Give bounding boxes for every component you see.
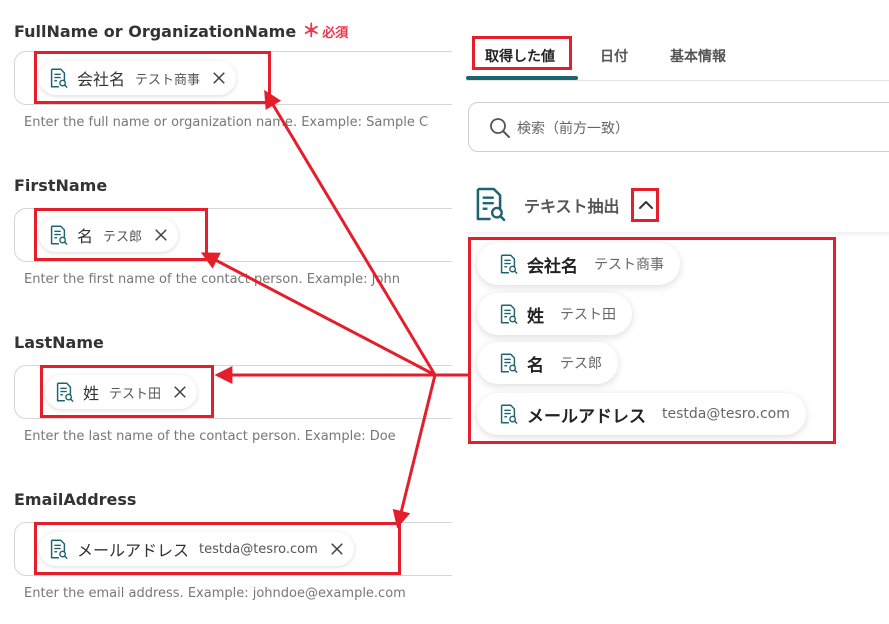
text-extract-icon <box>47 224 69 246</box>
chip-value: テスト田 <box>109 386 162 402</box>
lastname-input[interactable]: 姓 テスト田 <box>14 365 454 419</box>
field-label-text: FullName or OrganizationName <box>14 22 297 41</box>
tab-divider <box>466 80 889 81</box>
chip-value: テス郎 <box>103 229 143 245</box>
close-icon[interactable] <box>212 71 226 85</box>
item-value: テス郎 <box>560 356 602 372</box>
chip-name: 姓 <box>83 384 100 403</box>
fullname-input[interactable]: 会社名 テスト商事 <box>14 51 454 105</box>
chip-name: 会社名 <box>77 70 126 89</box>
field-help: Enter the full name or organization name… <box>24 115 429 130</box>
field-label-firstname: FirstName <box>14 176 108 195</box>
text-extract-icon <box>497 352 519 374</box>
required-text: 必須 <box>322 26 349 41</box>
field-help: Enter the email address. Example: johndo… <box>24 586 406 601</box>
chip-value: testda@tesro.com <box>199 541 318 557</box>
item-value: テスト田 <box>560 307 616 323</box>
tab-acquired-values[interactable]: 取得した値 <box>485 46 555 66</box>
field-label-fullname: FullName or OrganizationName ＊必須 <box>14 17 348 43</box>
email-input[interactable]: メールアドレス testda@tesro.com <box>14 522 514 576</box>
required-mark: ＊ <box>302 21 321 42</box>
item-value: テスト商事 <box>594 257 664 273</box>
chip-name: 名 <box>77 227 94 246</box>
text-extract-icon <box>497 253 519 275</box>
value-chip[interactable]: 姓 テスト田 <box>45 375 198 409</box>
field-label-lastname: LastName <box>14 333 104 352</box>
picker-item-email[interactable]: メールアドレス testda@tesro.com <box>477 393 806 435</box>
text-extract-icon <box>47 67 69 89</box>
search-icon <box>490 118 510 138</box>
search-input[interactable]: 検索（前方一致） <box>468 102 889 152</box>
close-icon[interactable] <box>330 542 344 556</box>
item-value: testda@tesro.com <box>662 406 790 422</box>
field-help: Enter the last name of the contact perso… <box>24 429 396 444</box>
value-chip[interactable]: 会社名 テスト商事 <box>39 61 237 95</box>
item-name: 姓 <box>527 306 544 327</box>
field-label-email: EmailAddress <box>14 490 137 509</box>
chip-name: メールアドレス <box>77 541 190 560</box>
tab-basic-info[interactable]: 基本情報 <box>670 46 726 66</box>
text-extract-icon <box>497 303 519 325</box>
picker-item-lastname[interactable]: 姓 テスト田 <box>477 293 632 335</box>
tab-date[interactable]: 日付 <box>600 46 628 66</box>
chevron-up-icon[interactable] <box>636 193 656 217</box>
search-placeholder: 検索（前方一致） <box>517 121 629 137</box>
close-icon[interactable] <box>173 385 187 399</box>
field-help: Enter the first name of the contact pers… <box>24 272 400 287</box>
item-name: 会社名 <box>527 256 578 277</box>
chip-value: テスト商事 <box>135 72 201 88</box>
section-title: テキスト抽出 <box>524 197 620 216</box>
firstname-input[interactable]: 名 テス郎 <box>14 208 454 262</box>
section-header-shadow <box>466 232 889 238</box>
picker-item-firstname[interactable]: 名 テス郎 <box>477 342 618 384</box>
text-extract-icon <box>470 185 508 223</box>
text-extract-icon <box>47 538 69 560</box>
item-name: メールアドレス <box>527 406 646 427</box>
picker-item-company[interactable]: 会社名 テスト商事 <box>477 243 680 285</box>
close-icon[interactable] <box>154 228 168 242</box>
text-extract-icon <box>53 381 75 403</box>
value-chip[interactable]: メールアドレス testda@tesro.com <box>39 532 354 566</box>
item-name: 名 <box>527 355 544 376</box>
value-chip[interactable]: 名 テス郎 <box>39 218 179 252</box>
text-extract-icon <box>497 403 519 425</box>
